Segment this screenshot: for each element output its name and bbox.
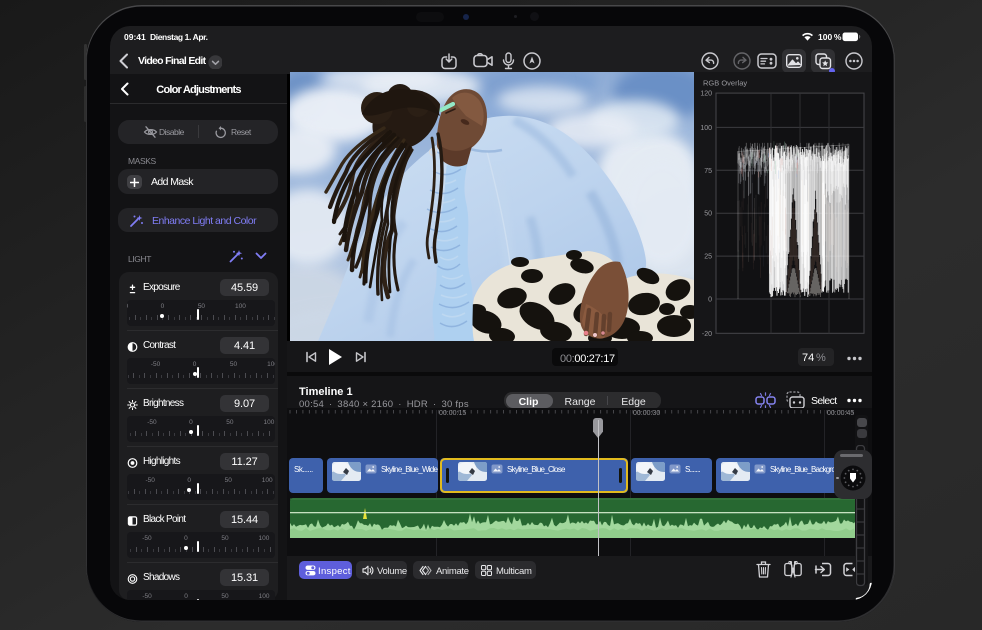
svg-text:0: 0 <box>708 297 712 304</box>
svg-text:25: 25 <box>704 254 712 261</box>
svg-text:RGB Overlay: RGB Overlay <box>703 79 747 88</box>
svg-text:100: 100 <box>700 125 712 132</box>
svg-text:-20: -20 <box>702 331 712 338</box>
svg-text:50: 50 <box>704 211 712 218</box>
svg-text:75: 75 <box>704 168 712 175</box>
svg-text:120: 120 <box>700 91 712 98</box>
